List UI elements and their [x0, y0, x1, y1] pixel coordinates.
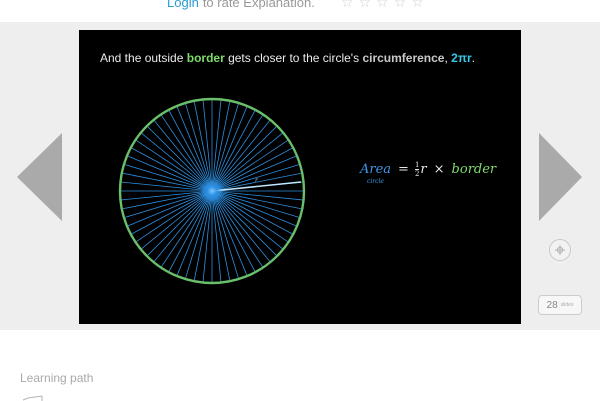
- formula-area-word: Area: [360, 162, 392, 177]
- spoke-line: [153, 120, 213, 192]
- formula-area-subscript: circle: [367, 178, 384, 185]
- prev-slide-button[interactable]: [16, 132, 64, 222]
- formula-times: ×: [433, 162, 445, 177]
- slide-count-button[interactable]: 28 slides: [538, 295, 582, 315]
- fraction-numerator: 1: [414, 161, 420, 169]
- star-icon[interactable]: ☆: [341, 0, 359, 10]
- circle-center: [202, 181, 222, 201]
- slide-canvas: And the outside border gets closer to th…: [79, 30, 521, 324]
- star-rating: ☆☆☆☆☆: [341, 0, 429, 11]
- login-link[interactable]: Login: [167, 0, 199, 10]
- area-formula: Area circle = 1 2 r × border: [360, 161, 497, 185]
- spoke-line: [141, 132, 213, 192]
- formula-border: border: [451, 162, 497, 177]
- spoke-line: [211, 190, 271, 262]
- rate-line: Login to rate Explanation.: [167, 0, 315, 10]
- spoke-line: [153, 190, 213, 262]
- slideshow-stage: And the outside border gets closer to th…: [0, 22, 600, 330]
- triangle-left-icon: [17, 133, 62, 221]
- star-icon[interactable]: ☆: [376, 0, 394, 10]
- slide-count-value: 28: [546, 299, 558, 311]
- star-icon[interactable]: ☆: [411, 0, 429, 10]
- star-icon[interactable]: ☆: [394, 0, 412, 10]
- slide-count-label: slides: [560, 302, 574, 308]
- fraction-denominator: 2: [414, 169, 420, 178]
- spoke-line: [211, 190, 283, 250]
- star-icon[interactable]: ☆: [359, 0, 377, 10]
- triangle-right-icon: [539, 133, 582, 221]
- spoke-line: [211, 132, 283, 192]
- crosshair-icon: [555, 245, 565, 255]
- formula-fraction: 12: [414, 161, 420, 178]
- formula-equals: =: [398, 162, 409, 177]
- spoke-line: [211, 120, 271, 192]
- next-slide-button[interactable]: [537, 132, 585, 222]
- rate-text: to rate Explanation.: [202, 0, 315, 10]
- learning-path-label: Learning path: [20, 371, 94, 385]
- formula-area: Area circle: [360, 162, 392, 185]
- rating-bar: Login to rate Explanation. ☆☆☆☆☆: [0, 0, 600, 22]
- radius-label: r: [255, 177, 259, 184]
- crosshair-button[interactable]: [549, 239, 571, 261]
- spoke-line: [141, 190, 213, 250]
- formula-r: r: [420, 162, 427, 177]
